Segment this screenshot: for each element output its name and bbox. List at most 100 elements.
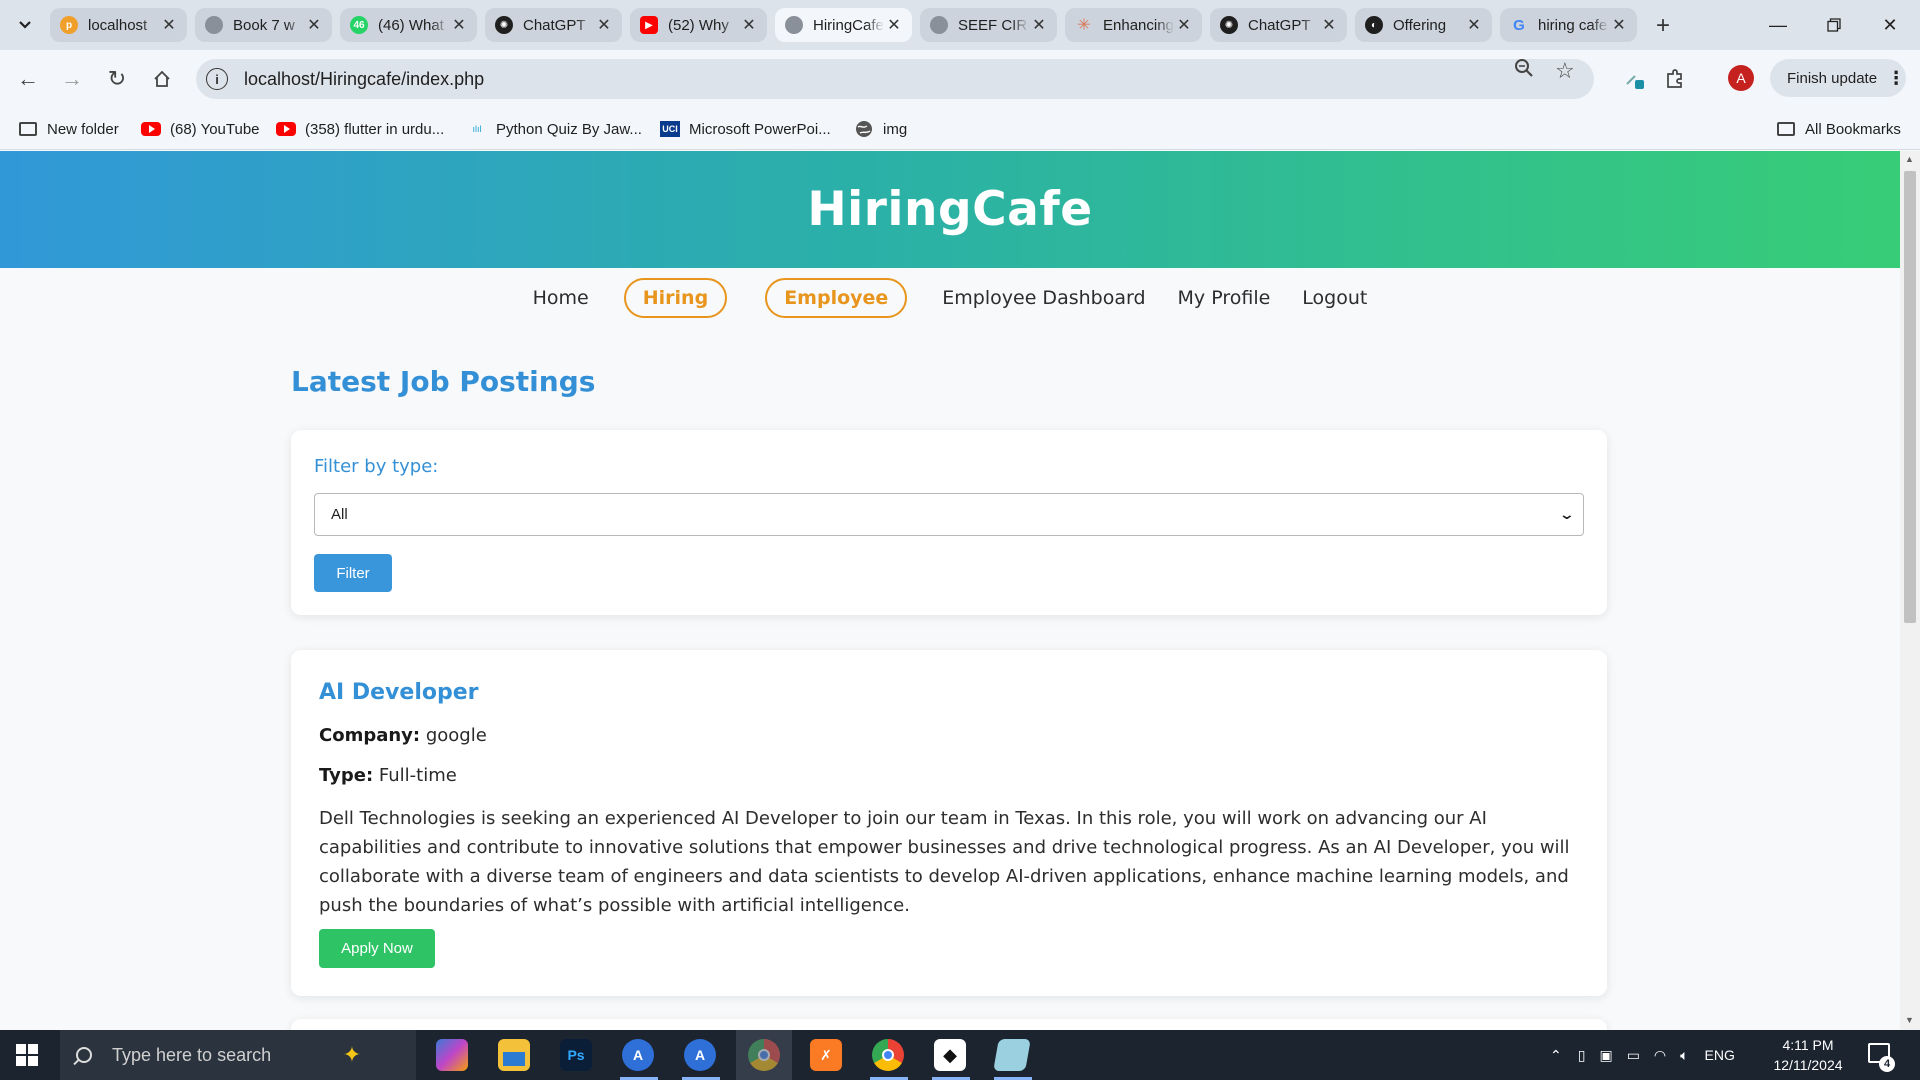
tab-book[interactable]: Book 7 w ✕: [195, 8, 332, 42]
page-scrollbar[interactable]: ▲ ▼: [1900, 151, 1920, 1030]
scroll-up-icon[interactable]: ▲: [1905, 154, 1914, 164]
nav-employee[interactable]: Employee: [765, 278, 908, 318]
windows-start-icon[interactable]: [16, 1044, 38, 1066]
reload-button[interactable]: ↻: [100, 62, 134, 96]
close-icon[interactable]: ✕: [594, 15, 614, 35]
uci-icon: UCI: [660, 121, 680, 137]
filter-card: Filter by type: All ⌄ Filter: [291, 430, 1607, 615]
close-icon[interactable]: ✕: [1319, 15, 1339, 35]
home-icon: [154, 70, 170, 87]
site-info-icon[interactable]: i: [206, 68, 228, 90]
tab-enhancing[interactable]: ✳ Enhancing ✕: [1065, 8, 1202, 42]
close-icon[interactable]: ✕: [1174, 15, 1194, 35]
close-icon[interactable]: ✕: [1029, 15, 1049, 35]
tab-youtube[interactable]: ▶ (52) Why ✕: [630, 8, 767, 42]
scroll-thumb[interactable]: [1904, 171, 1916, 623]
browser-toolbar: ← → ↻ i localhost/Hiringcafe/index.php ☆: [0, 50, 1920, 108]
bookmark-img[interactable]: img: [854, 117, 907, 141]
file-explorer-icon[interactable]: [498, 1039, 530, 1071]
nav-hiring[interactable]: Hiring: [623, 278, 728, 318]
folder-icon: [18, 121, 38, 137]
tab-hiringcafe[interactable]: HiringCafe ✕: [775, 8, 912, 42]
scroll-down-icon[interactable]: ▼: [1905, 1015, 1914, 1025]
close-icon[interactable]: ✕: [884, 15, 904, 35]
new-tab-button[interactable]: +: [1648, 11, 1678, 41]
bookmark-youtube[interactable]: (68) YouTube: [141, 117, 260, 141]
close-icon[interactable]: ✕: [304, 15, 324, 35]
job-type: Type: Full-time: [319, 765, 457, 786]
tab-search-button[interactable]: [8, 10, 42, 40]
phpmyadmin-icon: p: [60, 16, 78, 34]
nav-employee-dashboard[interactable]: Employee Dashboard: [942, 287, 1145, 309]
tab-strip: p localhost ✕ Book 7 w ✕ 46 (46) What ✕ …: [0, 0, 1920, 50]
all-bookmarks-button[interactable]: All Bookmarks: [1776, 117, 1901, 141]
close-window-button[interactable]: ✕: [1862, 0, 1918, 50]
language-indicator[interactable]: ENG: [1705, 1047, 1735, 1063]
job-type-select[interactable]: All ⌄: [314, 493, 1584, 536]
nav-logout[interactable]: Logout: [1302, 287, 1367, 309]
wifi-icon[interactable]: ◠: [1654, 1047, 1666, 1064]
bookmark-star-icon[interactable]: ☆: [1555, 58, 1575, 84]
job-title[interactable]: AI Developer: [319, 680, 479, 705]
site-header: HiringCafe: [0, 151, 1900, 268]
address-bar[interactable]: i localhost/Hiringcafe/index.php: [196, 59, 1594, 99]
nav-my-profile[interactable]: My Profile: [1178, 287, 1271, 309]
app-store-icon[interactable]: A: [622, 1039, 654, 1071]
volume-icon[interactable]: 🔈︎: [1680, 1047, 1688, 1064]
forward-button[interactable]: →: [55, 62, 89, 96]
close-icon[interactable]: ✕: [1464, 15, 1484, 35]
tab-chatgpt[interactable]: ✺ ChatGPT ✕: [485, 8, 622, 42]
taskbar: Type here to search ✦ Ps A A ✗ ◆ ⌃ ▯ ▣ ▭…: [0, 1030, 1920, 1080]
restore-button[interactable]: [1806, 0, 1862, 50]
device-icon[interactable]: ▯: [1578, 1047, 1586, 1064]
back-button[interactable]: ←: [11, 62, 45, 96]
chevron-up-icon[interactable]: ⌃: [1550, 1047, 1562, 1064]
clock[interactable]: 4:11 PM 12/11/2024: [1760, 1035, 1856, 1075]
site-title: HiringCafe: [807, 182, 1093, 237]
extension-puzzle-colored-icon[interactable]: [1620, 64, 1650, 94]
youtube-icon: ▶: [640, 16, 658, 34]
claude-icon: ✳: [1077, 17, 1091, 34]
bookmark-new-folder[interactable]: New folder: [18, 117, 119, 141]
photoshop-icon[interactable]: Ps: [560, 1039, 592, 1071]
clock-date: 12/11/2024: [1773, 1057, 1843, 1073]
close-icon[interactable]: ✕: [739, 15, 759, 35]
tab-seef[interactable]: SEEF CIRC ✕: [920, 8, 1057, 42]
close-icon[interactable]: ✕: [1609, 15, 1629, 35]
copilot-icon[interactable]: [436, 1039, 468, 1071]
nav-home[interactable]: Home: [533, 287, 589, 309]
close-icon[interactable]: ✕: [449, 15, 469, 35]
close-icon[interactable]: ✕: [159, 15, 179, 35]
cube-app-icon[interactable]: ◆: [934, 1039, 966, 1071]
tab-whatsapp[interactable]: 46 (46) What ✕: [340, 8, 477, 42]
filter-button[interactable]: Filter: [314, 554, 392, 592]
apply-now-button[interactable]: Apply Now: [319, 929, 435, 968]
minimize-button[interactable]: —: [1750, 0, 1806, 50]
tab-offering[interactable]: ◐ Offering ✕: [1355, 8, 1492, 42]
tab-chatgpt-2[interactable]: ✺ ChatGPT ✕: [1210, 8, 1347, 42]
tab-localhost[interactable]: p localhost ✕: [50, 8, 187, 42]
chatgpt-icon: ✺: [495, 16, 513, 34]
extensions-button[interactable]: [1660, 64, 1690, 94]
job-card: AI Developer Company: google Type: Full-…: [291, 650, 1607, 996]
bookmark-python-quiz[interactable]: ılıl Python Quiz By Jaw...: [467, 117, 642, 141]
note-app-icon[interactable]: [993, 1039, 1031, 1071]
bookmark-powerpoint[interactable]: UCI Microsoft PowerPoi...: [660, 117, 831, 141]
page-viewport: HiringCafe Home Hiring Employee Employee…: [0, 151, 1900, 1030]
home-button[interactable]: [145, 62, 179, 96]
security-icon[interactable]: ▣: [1599, 1047, 1612, 1064]
xampp-icon[interactable]: ✗: [810, 1039, 842, 1071]
zoom-icon[interactable]: [1514, 58, 1534, 84]
plus-icon: +: [1655, 12, 1670, 39]
tab-google-search[interactable]: G hiring cafe ✕: [1500, 8, 1637, 42]
profile-avatar[interactable]: A: [1728, 65, 1754, 91]
finish-update-button[interactable]: Finish update ⋮: [1770, 59, 1906, 97]
chrome-icon[interactable]: [872, 1039, 904, 1071]
app-store-icon[interactable]: A: [684, 1039, 716, 1071]
sparkle-icon[interactable]: ✦: [336, 1039, 368, 1071]
section-title: Latest Job Postings: [291, 365, 596, 398]
bookmark-flutter[interactable]: (358) flutter in urdu...: [276, 117, 444, 141]
chevron-down-icon: ⌄: [1558, 506, 1576, 522]
battery-icon[interactable]: ▭: [1627, 1047, 1640, 1064]
globe-icon: [205, 16, 223, 34]
